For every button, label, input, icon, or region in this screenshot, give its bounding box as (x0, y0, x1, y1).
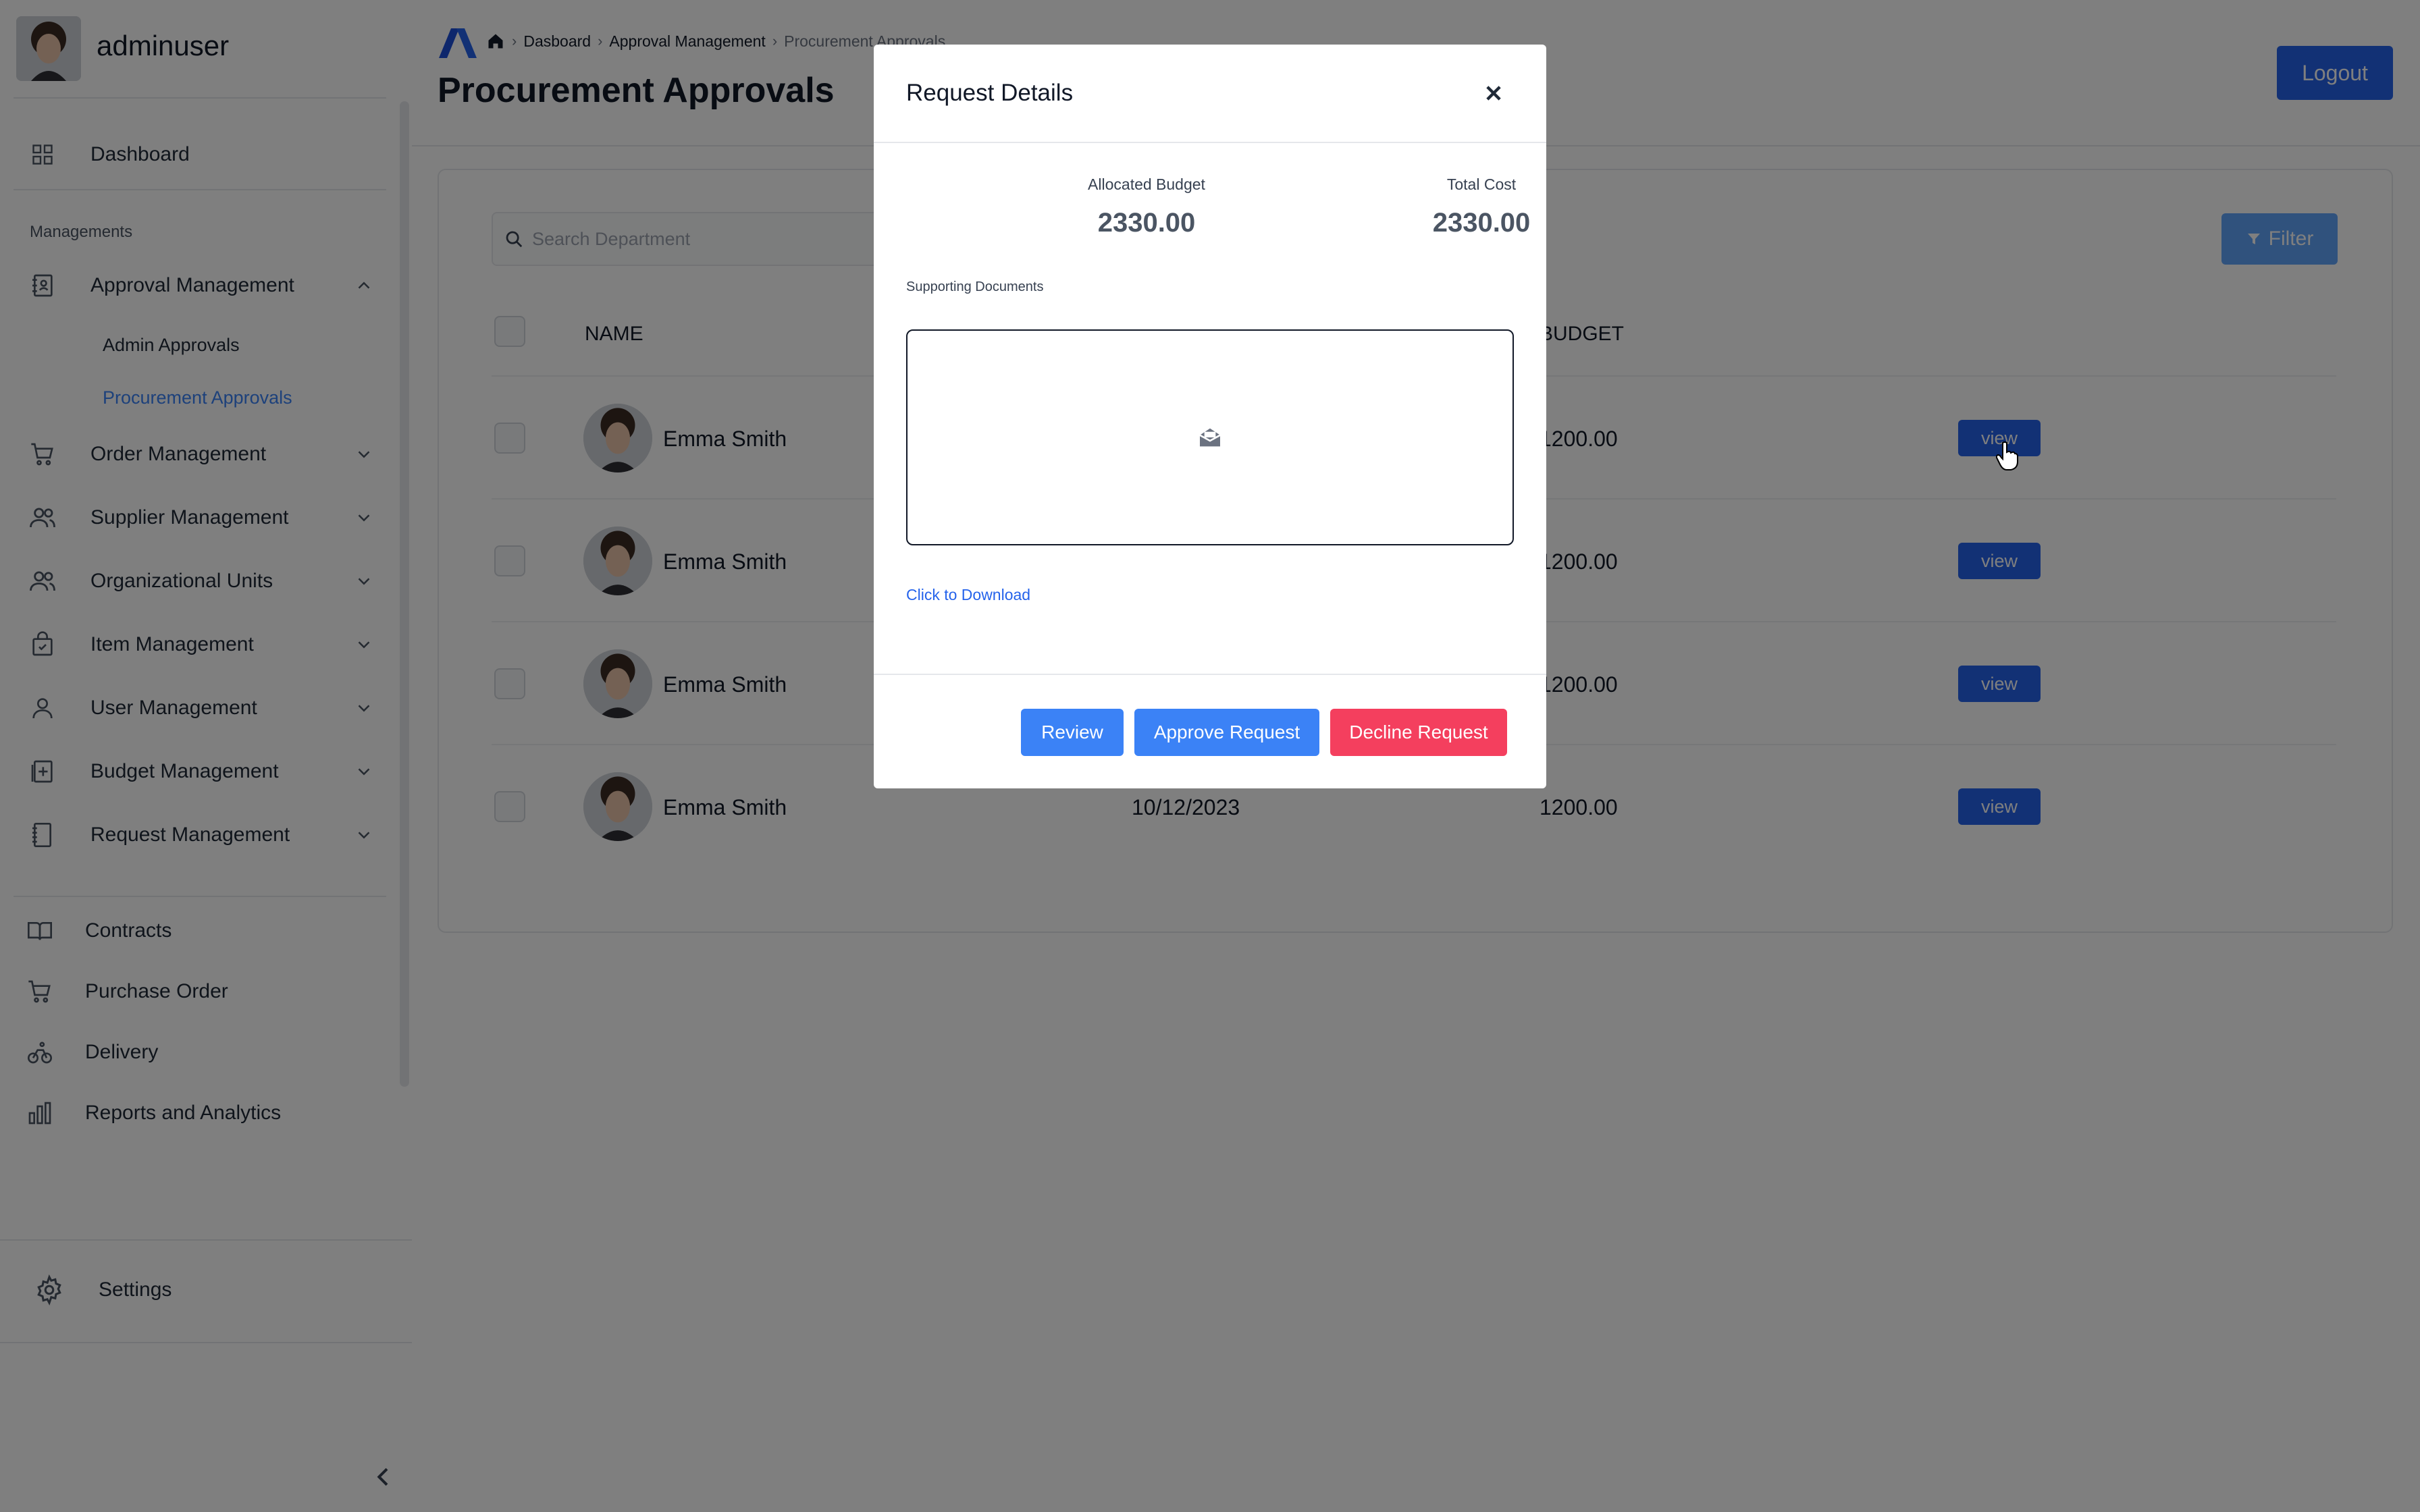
document-preview[interactable] (906, 329, 1514, 545)
request-details-modal: Request Details Allocated Budget 2330.00… (874, 45, 1546, 788)
allocated-budget-label: Allocated Budget (1088, 176, 1205, 193)
supporting-documents-label: Supporting Documents (906, 279, 1044, 294)
review-button[interactable]: Review (1021, 709, 1124, 756)
approve-request-button[interactable]: Approve Request (1134, 709, 1319, 756)
envelope-open-icon (1199, 428, 1221, 447)
total-cost-value: 2330.00 (1432, 208, 1531, 238)
total-cost-label: Total Cost (1446, 176, 1517, 193)
modal-footer-divider (874, 674, 1546, 675)
hand-cursor-icon (1996, 441, 2018, 470)
close-icon[interactable] (1479, 78, 1508, 108)
modal-title: Request Details (906, 80, 1074, 106)
modal-header-divider (874, 142, 1546, 143)
allocated-budget-value: 2330.00 (1097, 208, 1196, 238)
download-link[interactable]: Click to Download (906, 586, 1030, 604)
decline-request-button[interactable]: Decline Request (1330, 709, 1507, 756)
